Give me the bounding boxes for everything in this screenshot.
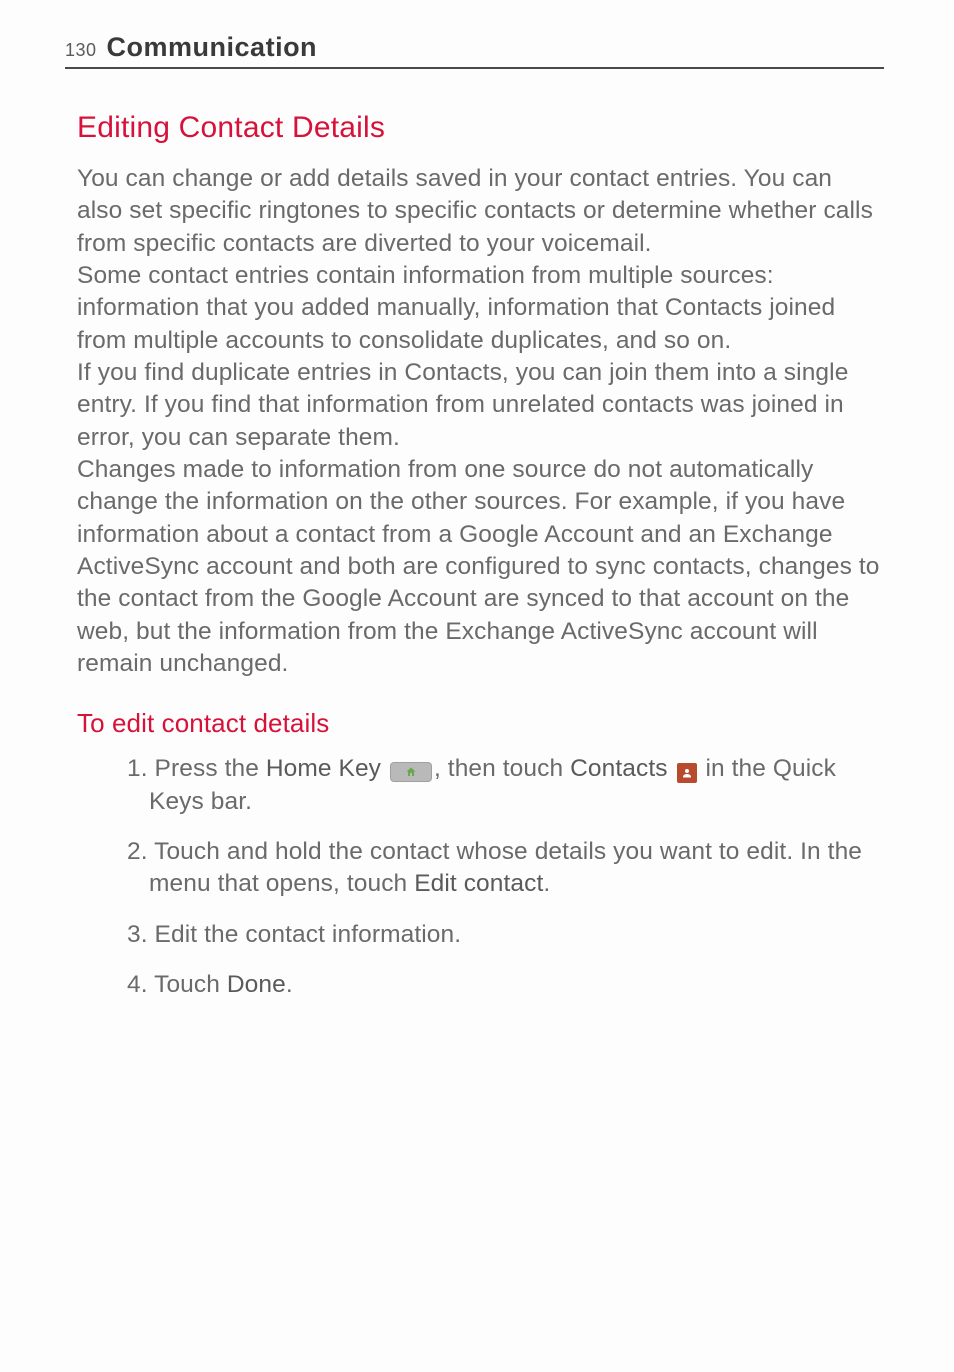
page-number: 130 (65, 40, 97, 61)
ui-label-done: Done (227, 971, 286, 998)
steps-list: 1. Press the Home Key , then touch Conta… (77, 753, 884, 1001)
home-key-icon (390, 762, 432, 782)
step-text: . (286, 971, 293, 998)
paragraph: Changes made to information from one sou… (77, 454, 884, 680)
page-content: Editing Contact Details You can change o… (65, 111, 884, 1001)
step-number: 2. (127, 838, 148, 865)
step-number: 3. (127, 921, 148, 948)
section-title: Editing Contact Details (77, 111, 884, 145)
paragraph: You can change or add details saved in y… (77, 163, 884, 260)
contacts-icon (677, 763, 697, 783)
step-item: 1. Press the Home Key , then touch Conta… (127, 753, 884, 818)
step-number: 4. (127, 971, 148, 998)
step-item: 3. Edit the contact information. (127, 919, 884, 951)
step-item: 2. Touch and hold the contact whose deta… (127, 836, 884, 901)
page-header: 130 Communication (65, 32, 884, 69)
body-text-block: You can change or add details saved in y… (77, 163, 884, 680)
step-number: 1. (127, 755, 148, 782)
step-text: Edit the contact information. (148, 921, 462, 948)
paragraph: Some contact entries contain information… (77, 260, 884, 357)
ui-label-home-key: Home Key (266, 755, 381, 782)
page-container: 130 Communication Editing Contact Detail… (0, 0, 954, 1372)
ui-label-contacts: Contacts (570, 755, 667, 782)
step-text: . (543, 870, 550, 897)
step-item: 4. Touch Done. (127, 969, 884, 1001)
subsection-title: To edit contact details (77, 708, 884, 739)
step-text: Touch (148, 971, 227, 998)
step-text: , then touch (434, 755, 570, 782)
ui-label-edit-contact: Edit contact (414, 870, 543, 897)
paragraph: If you find duplicate entries in Contact… (77, 357, 884, 454)
step-text: Press the (148, 755, 266, 782)
chapter-title: Communication (107, 32, 318, 63)
